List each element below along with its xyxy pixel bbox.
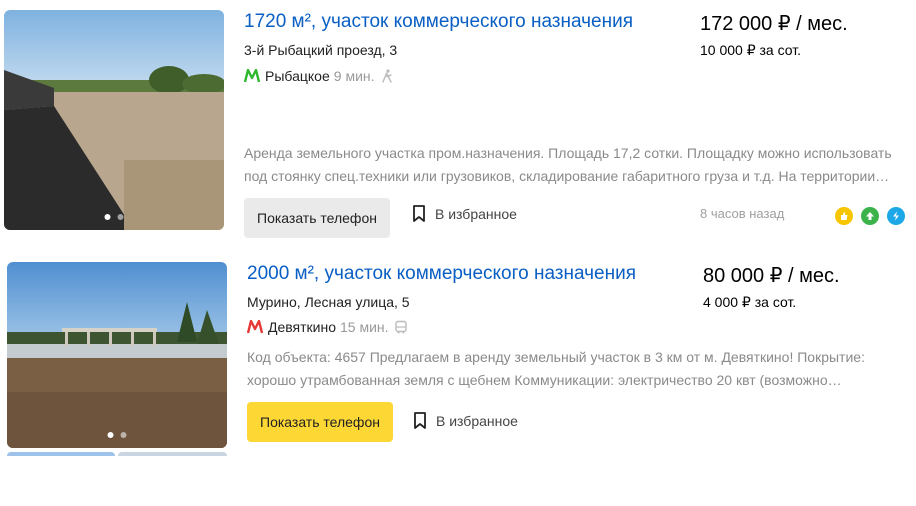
price-per-unit: 4 000 ₽ за сот. — [703, 294, 797, 310]
listing-address: Мурино, Лесная улица, 5 — [247, 294, 410, 310]
arrow-up-icon — [861, 207, 879, 225]
listing-description: Код объекта: 4657 Предлагаем в аренду зе… — [247, 346, 897, 392]
favorite-label: В избранное — [436, 413, 518, 429]
show-phone-button[interactable]: Показать телефон — [244, 198, 390, 238]
add-to-favorites-button[interactable]: В избранное — [412, 205, 517, 223]
metro-info: Девяткино 15 мин. — [247, 319, 408, 335]
photo-image — [4, 10, 224, 230]
photo-image — [7, 262, 227, 448]
listing-photo[interactable] — [7, 262, 227, 448]
bus-icon — [394, 320, 407, 334]
listing-description: Аренда земельного участка пром.назначени… — [244, 142, 894, 188]
listing-title[interactable]: 2000 м², участок коммерческого назначени… — [247, 263, 636, 285]
promotion-badges — [835, 207, 905, 225]
listing-card: 1720 м², участок коммерческого назначени… — [0, 0, 916, 240]
listing-address: 3-й Рыбацкий проезд, 3 — [244, 42, 398, 58]
lightning-icon — [887, 207, 905, 225]
listing-photo[interactable] — [4, 10, 224, 230]
description-line: хорошо утрамбованная земля с щебнем Комм… — [247, 372, 842, 388]
favorite-label: В избранное — [435, 206, 517, 222]
pager-dot[interactable] — [117, 214, 124, 220]
published-time: 8 часов назад — [700, 206, 785, 221]
metro-station: Девяткино — [268, 319, 337, 335]
pager-dot[interactable] — [104, 214, 111, 220]
description-line: Код объекта: 4657 Предлагаем в аренду зе… — [247, 349, 865, 365]
description-line: под стоянку спец.техники или грузовиков,… — [244, 168, 890, 184]
metro-time: 15 мин. — [340, 319, 389, 335]
bookmark-icon — [414, 412, 426, 429]
metro-time: 9 мин. — [333, 68, 375, 84]
next-photo-preview — [7, 452, 115, 456]
metro-station: Рыбацкое — [265, 68, 330, 84]
photo-pager[interactable] — [104, 214, 124, 220]
walk-icon — [381, 69, 392, 83]
bookmark-icon — [413, 205, 425, 222]
description-line: Аренда земельного участка пром.назначени… — [244, 145, 892, 161]
listing-price: 80 000 ₽ / мес. — [703, 265, 840, 287]
metro-icon — [244, 69, 260, 83]
listing-price: 172 000 ₽ / мес. — [700, 13, 848, 35]
price-per-unit: 10 000 ₽ за сот. — [700, 42, 801, 58]
metro-icon — [247, 320, 263, 334]
listing-card: 2000 м², участок коммерческого назначени… — [0, 250, 916, 506]
pager-dot[interactable] — [107, 432, 114, 438]
add-to-favorites-button[interactable]: В избранное — [413, 412, 518, 430]
metro-info: Рыбацкое 9 мин. — [244, 68, 394, 84]
thumbs-up-icon — [835, 207, 853, 225]
photo-pager[interactable] — [107, 432, 127, 438]
show-phone-button[interactable]: Показать телефон — [247, 402, 393, 442]
listing-title[interactable]: 1720 м², участок коммерческого назначени… — [244, 11, 633, 33]
pager-dot[interactable] — [120, 432, 127, 438]
next-photo-preview — [118, 452, 227, 456]
